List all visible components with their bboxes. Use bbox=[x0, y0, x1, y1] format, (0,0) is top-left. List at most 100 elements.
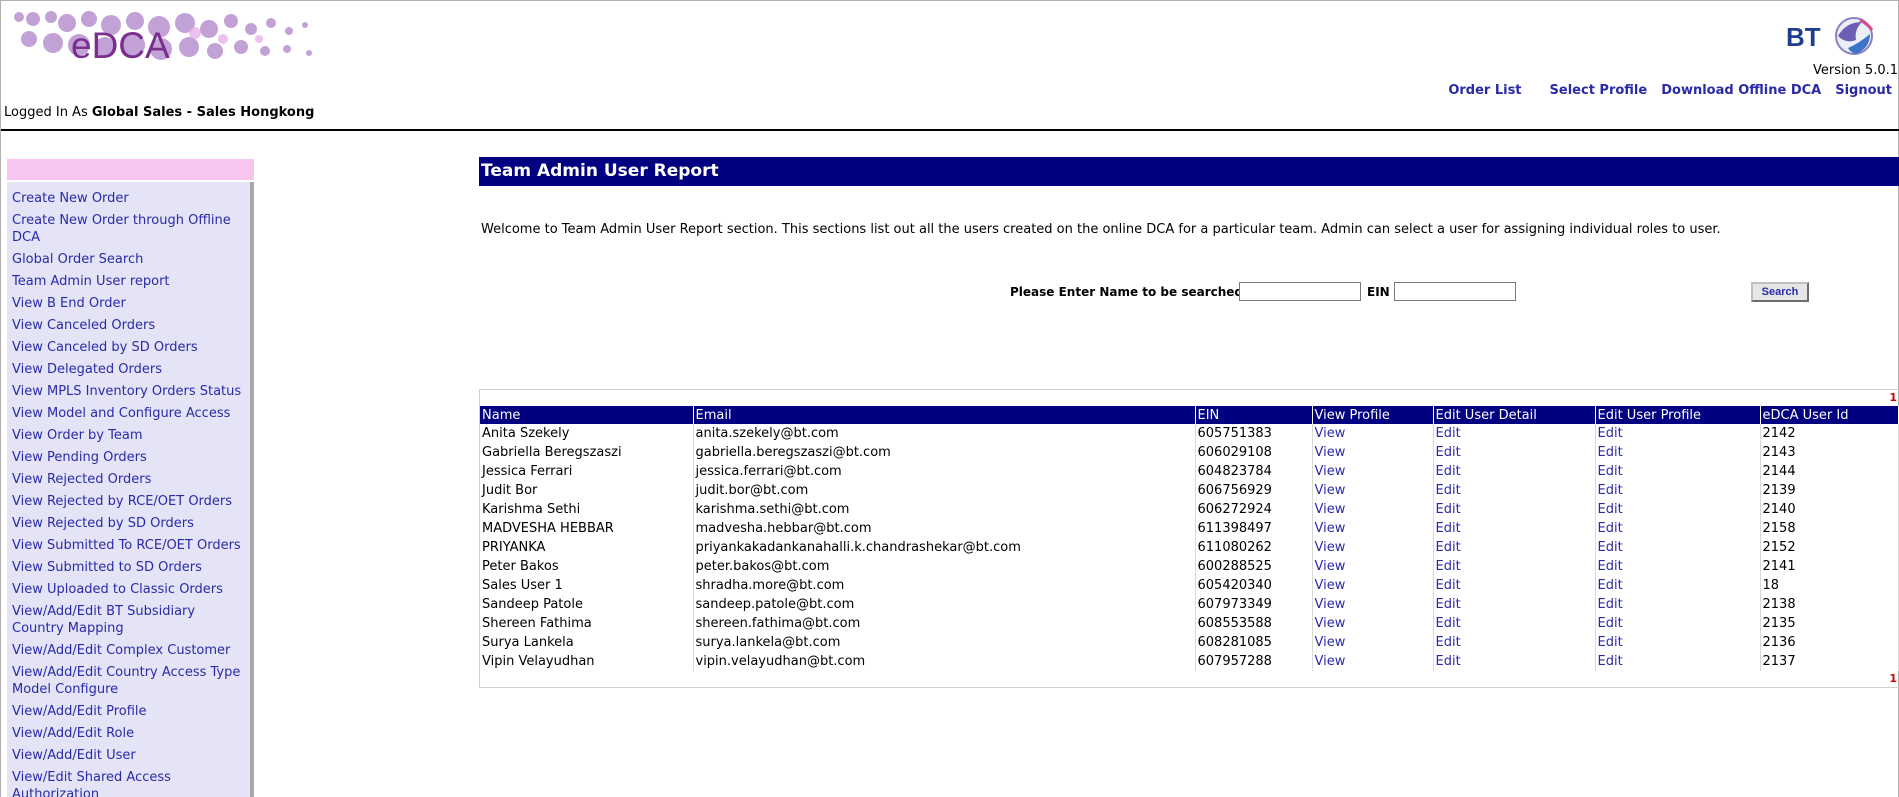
edit-user-profile-link[interactable]: Edit bbox=[1598, 445, 1623, 460]
edit-user-detail-link[interactable]: Edit bbox=[1436, 426, 1461, 441]
signout-link[interactable]: Signout bbox=[1835, 83, 1892, 98]
sidebar-item-profile[interactable]: View/Add/Edit Profile bbox=[12, 703, 246, 720]
cell-name: Sandeep Patole bbox=[482, 597, 583, 612]
table-cell: Edit bbox=[1433, 595, 1596, 614]
edit-user-profile-link[interactable]: Edit bbox=[1598, 578, 1623, 593]
sidebar-item-view-rejected-orders[interactable]: View Rejected Orders bbox=[12, 471, 246, 488]
edit-user-detail-link[interactable]: Edit bbox=[1436, 635, 1461, 650]
edit-user-profile-link[interactable]: Edit bbox=[1598, 502, 1623, 517]
sidebar-item-view-submitted-rce-oet[interactable]: View Submitted To RCE/OET Orders bbox=[12, 537, 246, 554]
edit-user-detail-link[interactable]: Edit bbox=[1436, 445, 1461, 460]
cell-ein: 611080262 bbox=[1197, 540, 1272, 555]
sidebar-item-role[interactable]: View/Add/Edit Role bbox=[12, 725, 246, 742]
edit-user-detail-link[interactable]: Edit bbox=[1436, 464, 1461, 479]
sidebar-item-global-order-search[interactable]: Global Order Search bbox=[12, 251, 246, 268]
sidebar-item-view-rejected-sd[interactable]: View Rejected by SD Orders bbox=[12, 515, 246, 532]
cell-user-id: 2143 bbox=[1762, 445, 1796, 460]
edit-user-profile-link[interactable]: Edit bbox=[1598, 616, 1623, 631]
edit-user-profile-link[interactable]: Edit bbox=[1598, 540, 1623, 555]
edit-user-profile-link[interactable]: Edit bbox=[1598, 559, 1623, 574]
page-link[interactable]: 1 bbox=[1889, 672, 1897, 685]
order-list-link[interactable]: Order List bbox=[1448, 83, 1521, 98]
view-profile-link[interactable]: View bbox=[1315, 540, 1346, 555]
sidebar-item-view-canceled-by-sd[interactable]: View Canceled by SD Orders bbox=[12, 339, 246, 356]
sidebar-item-view-rejected-rce-oet[interactable]: View Rejected by RCE/OET Orders bbox=[12, 493, 246, 510]
cell-ein: 606756929 bbox=[1197, 483, 1272, 498]
sidebar-item-bt-subsidiary-mapping[interactable]: View/Add/Edit BT Subsidiary Country Mapp… bbox=[12, 603, 246, 637]
select-profile-link[interactable]: Select Profile bbox=[1550, 83, 1648, 98]
sidebar-item-view-b-end-order[interactable]: View B End Order bbox=[12, 295, 246, 312]
download-offline-dca-link[interactable]: Download Offline DCA bbox=[1661, 83, 1821, 98]
ein-search-input[interactable] bbox=[1394, 282, 1516, 301]
sidebar-item-create-new-order[interactable]: Create New Order bbox=[12, 190, 246, 207]
table-row: Judit Bor judit.bor@bt.com 606756929 View Ed… bbox=[480, 481, 1899, 500]
view-profile-link[interactable]: View bbox=[1315, 635, 1346, 650]
view-profile-link[interactable]: View bbox=[1315, 464, 1346, 479]
cell-ein: 604823784 bbox=[1197, 464, 1272, 479]
table-cell: 608281085 bbox=[1195, 633, 1313, 652]
edit-user-profile-link[interactable]: Edit bbox=[1598, 654, 1623, 669]
sidebar-item-view-model-configure[interactable]: View Model and Configure Access bbox=[12, 405, 246, 422]
edit-user-profile-link[interactable]: Edit bbox=[1598, 426, 1623, 441]
edit-user-detail-link[interactable]: Edit bbox=[1436, 616, 1461, 631]
view-profile-link[interactable]: View bbox=[1315, 426, 1346, 441]
edit-user-detail-link[interactable]: Edit bbox=[1436, 521, 1461, 536]
view-profile-link[interactable]: View bbox=[1315, 483, 1346, 498]
edit-user-detail-link[interactable]: Edit bbox=[1436, 578, 1461, 593]
table-cell: View bbox=[1312, 481, 1434, 500]
table-cell: Peter Bakos bbox=[480, 557, 694, 576]
edit-user-profile-link[interactable]: Edit bbox=[1598, 597, 1623, 612]
view-profile-link[interactable]: View bbox=[1315, 578, 1346, 593]
name-search-label: Please Enter Name to be searched bbox=[1010, 285, 1244, 299]
table-cell: Edit bbox=[1595, 538, 1761, 557]
sidebar-item-user[interactable]: View/Add/Edit User bbox=[12, 747, 246, 764]
edit-user-detail-link[interactable]: Edit bbox=[1436, 540, 1461, 555]
page-link[interactable]: 1 bbox=[1889, 391, 1897, 404]
column-header-name: Name bbox=[480, 406, 694, 424]
table-header-row: Name Email EIN View Profile Edit User De… bbox=[480, 406, 1899, 424]
sidebar-item-view-canceled-orders[interactable]: View Canceled Orders bbox=[12, 317, 246, 334]
cell-name: Judit Bor bbox=[482, 483, 538, 498]
table-cell: Edit bbox=[1433, 538, 1596, 557]
edit-user-detail-link[interactable]: Edit bbox=[1436, 502, 1461, 517]
sidebar-item-complex-customer[interactable]: View/Add/Edit Complex Customer bbox=[12, 642, 246, 659]
table-cell: jessica.ferrari@bt.com bbox=[693, 462, 1196, 481]
sidebar-item-view-uploaded-classic[interactable]: View Uploaded to Classic Orders bbox=[12, 581, 246, 598]
table-cell: 605420340 bbox=[1195, 576, 1313, 595]
view-profile-link[interactable]: View bbox=[1315, 597, 1346, 612]
edit-user-detail-link[interactable]: Edit bbox=[1436, 483, 1461, 498]
logged-in-user: Global Sales - Sales Hongkong bbox=[91, 105, 315, 120]
view-profile-link[interactable]: View bbox=[1315, 445, 1346, 460]
view-profile-link[interactable]: View bbox=[1315, 502, 1346, 517]
name-search-input[interactable] bbox=[1239, 282, 1361, 301]
sidebar-item-view-mpls-inventory[interactable]: View MPLS Inventory Orders Status bbox=[12, 383, 246, 400]
edit-user-profile-link[interactable]: Edit bbox=[1598, 635, 1623, 650]
table-cell: PRIYANKA bbox=[480, 538, 694, 557]
edit-user-detail-link[interactable]: Edit bbox=[1436, 559, 1461, 574]
table-cell: 604823784 bbox=[1195, 462, 1313, 481]
sidebar-item-team-admin-user-report[interactable]: Team Admin User report bbox=[12, 273, 246, 290]
sidebar-item-view-order-by-team[interactable]: View Order by Team bbox=[12, 427, 246, 444]
view-profile-link[interactable]: View bbox=[1315, 559, 1346, 574]
sidebar-item-shared-access[interactable]: View/Edit Shared Access Authorization bbox=[12, 769, 246, 797]
header-divider bbox=[1, 129, 1899, 131]
search-button[interactable]: Search bbox=[1751, 282, 1809, 302]
view-profile-link[interactable]: View bbox=[1315, 521, 1346, 536]
table-cell: Edit bbox=[1595, 633, 1761, 652]
sidebar-item-view-submitted-sd[interactable]: View Submitted to SD Orders bbox=[12, 559, 246, 576]
sidebar-item-view-pending-orders[interactable]: View Pending Orders bbox=[12, 449, 246, 466]
table-cell: surya.lankela@bt.com bbox=[693, 633, 1196, 652]
table-cell: Edit bbox=[1433, 557, 1596, 576]
sidebar-item-view-delegated-orders[interactable]: View Delegated Orders bbox=[12, 361, 246, 378]
table-cell: Edit bbox=[1433, 519, 1596, 538]
edit-user-profile-link[interactable]: Edit bbox=[1598, 483, 1623, 498]
sidebar-item-create-order-offline[interactable]: Create New Order through Offline DCA bbox=[12, 212, 246, 246]
view-profile-link[interactable]: View bbox=[1315, 616, 1346, 631]
sidebar-item-country-access-type[interactable]: View/Add/Edit Country Access Type Model … bbox=[12, 664, 246, 698]
edit-user-profile-link[interactable]: Edit bbox=[1598, 521, 1623, 536]
edit-user-profile-link[interactable]: Edit bbox=[1598, 464, 1623, 479]
table-cell: karishma.sethi@bt.com bbox=[693, 500, 1196, 519]
edit-user-detail-link[interactable]: Edit bbox=[1436, 654, 1461, 669]
view-profile-link[interactable]: View bbox=[1315, 654, 1346, 669]
edit-user-detail-link[interactable]: Edit bbox=[1436, 597, 1461, 612]
